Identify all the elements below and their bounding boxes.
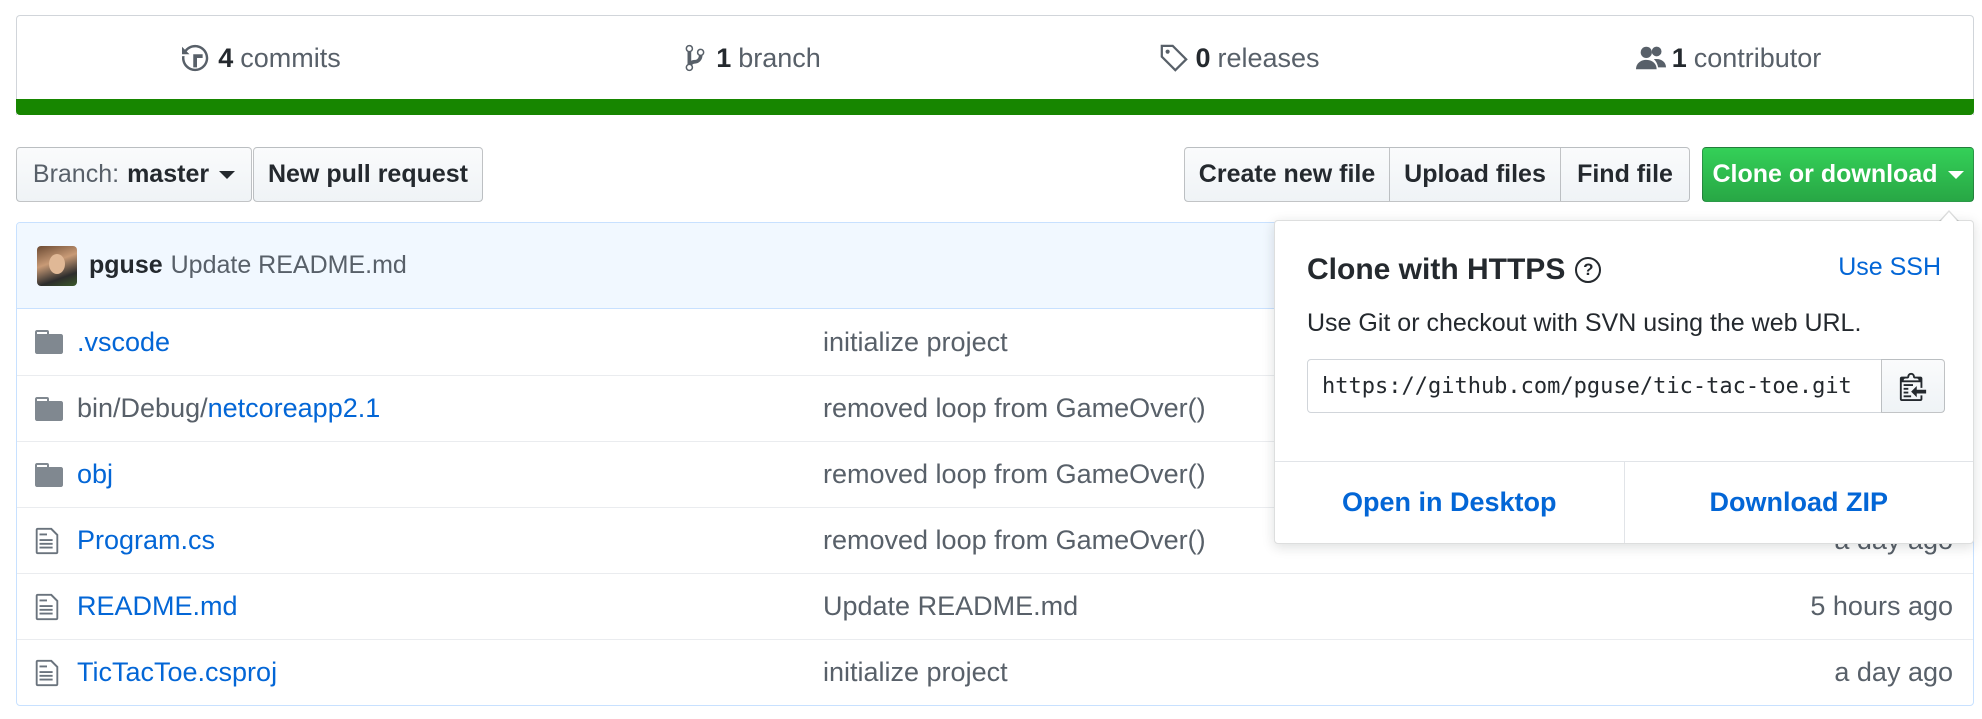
releases-label: releases [1217,42,1320,73]
upload-files-button[interactable]: Upload files [1389,147,1561,202]
file-name-cell: .vscode [77,327,823,358]
file-name-cell: TicTacToe.csproj [77,657,823,688]
branch-prefix: Branch: [32,160,120,188]
branch-icon [685,44,705,72]
folder-icon [35,394,65,424]
contributors-count: 1 [1671,42,1687,73]
releases-count: 0 [1195,42,1211,73]
caret-down-icon [219,170,236,179]
download-zip-button[interactable]: Download ZIP [1623,462,1974,543]
file-commit-message-link[interactable]: Update README.md [823,591,1973,622]
clone-title-text: Clone with HTTPS [1307,253,1566,286]
file-commit-message-link[interactable]: initialize project [823,657,1973,688]
file-age: 5 hours ago [1810,591,1953,621]
clipboard-icon [1899,372,1927,401]
tag-icon [1161,44,1189,72]
file-name-cell: README.md [77,591,823,622]
file-name-link[interactable]: obj [77,459,113,489]
commits-link[interactable]: 4 commits [17,43,506,74]
file-name-cell: bin/Debug/netcoreapp2.1 [77,393,823,424]
branches-count: 1 [716,42,732,73]
language-bar[interactable] [16,99,1974,115]
commit-author-link[interactable]: pguse [89,251,163,280]
branch-name: master [127,160,210,188]
clone-description: Use Git or checkout with SVN using the w… [1307,309,1862,337]
clone-title: Clone with HTTPS ? [1307,253,1602,287]
people-icon [1635,46,1666,70]
file-icon [35,658,65,688]
releases-link[interactable]: 0 releases [995,43,1484,74]
history-icon [182,44,209,72]
file-name-link[interactable]: TicTacToe.csproj [77,657,277,687]
file-name-link[interactable]: README.md [77,591,238,621]
open-in-desktop-button[interactable]: Open in Desktop [1275,462,1624,543]
file-row: TicTacToe.csproj initialize project a day … [17,639,1973,705]
file-icon [35,592,65,622]
clone-url-input[interactable] [1307,359,1883,413]
contributors-label: contributor [1693,42,1822,73]
caret-down-icon [1947,170,1964,179]
file-name-cell: Program.cs [77,525,823,556]
file-icon [35,526,65,556]
clone-or-download-button[interactable]: Clone or download [1702,147,1974,202]
file-name-link[interactable]: Program.cs [77,525,215,555]
commit-message-link[interactable]: Update README.md [171,251,407,280]
file-row: README.md Update README.md 5 hours ago [17,573,1973,639]
clone-dropdown: Clone with HTTPS ? Use SSH Use Git or ch… [1274,210,1974,544]
file-actions-group: Create new file Upload files Find file [1184,147,1690,202]
use-ssh-link[interactable]: Use SSH [1838,253,1941,282]
folder-icon [35,327,65,357]
new-pull-request-button[interactable]: New pull request [253,147,483,202]
branches-label: branch [738,42,821,73]
create-new-file-button[interactable]: Create new file [1184,147,1390,202]
branch-select-button[interactable]: Branch: master [16,147,252,202]
find-file-button[interactable]: Find file [1560,147,1690,202]
file-path-prefix: bin/Debug/ [77,393,208,423]
repo-summary-bar: 4 commits 1 branch 0 releases 1 contribu… [16,15,1974,115]
contributors-link[interactable]: 1 contributor [1484,43,1973,74]
commits-count: 4 [218,42,234,73]
folder-icon [35,460,65,490]
clone-button-label: Clone or download [1712,160,1938,188]
file-name-link[interactable]: netcoreapp2.1 [208,393,381,423]
clone-actions: Open in Desktop Download ZIP [1275,461,1973,543]
file-name-cell: obj [77,459,823,490]
branches-link[interactable]: 1 branch [506,43,995,74]
avatar[interactable] [37,245,77,286]
commits-label: commits [240,42,341,73]
help-icon[interactable]: ? [1575,257,1602,283]
copy-to-clipboard-button[interactable] [1881,359,1945,413]
file-name-link[interactable]: .vscode [77,327,170,357]
file-age: a day ago [1834,657,1953,687]
